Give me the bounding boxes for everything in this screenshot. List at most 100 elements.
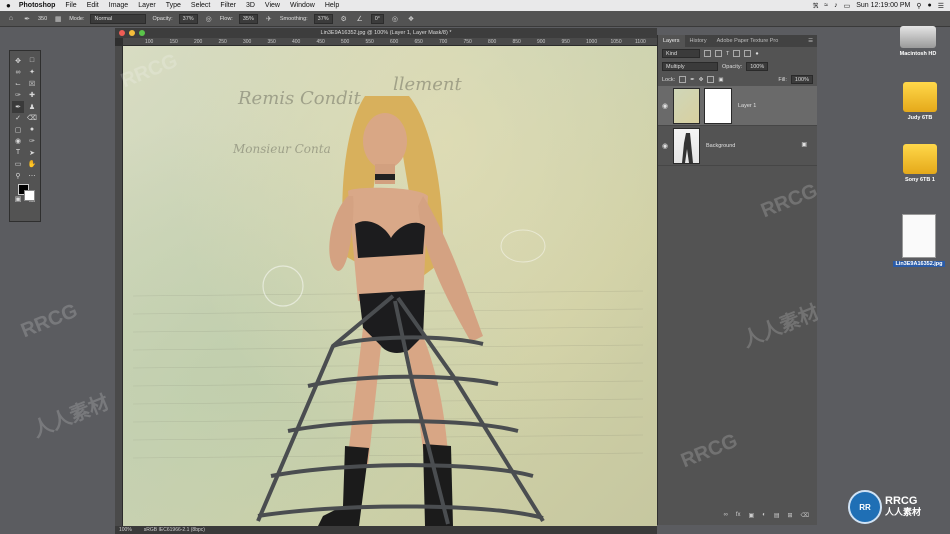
status-zoom[interactable]: 100%	[119, 527, 132, 533]
battery-icon[interactable]: ▭	[844, 2, 851, 10]
more-tools-icon[interactable]: ⋯	[26, 170, 38, 182]
blur-tool-icon[interactable]: ●	[26, 124, 38, 136]
menu-image[interactable]: Image	[109, 2, 128, 9]
wifi-icon[interactable]: ≈	[824, 2, 828, 9]
menu-select[interactable]: Select	[191, 2, 210, 9]
visibility-eye-icon[interactable]: ◉	[658, 102, 672, 110]
visibility-eye-icon[interactable]: ◉	[658, 142, 672, 150]
move-tool-icon[interactable]: ✥	[12, 55, 24, 67]
menu-filter[interactable]: Filter	[220, 2, 236, 9]
brush-tool-icon[interactable]: ✒	[22, 14, 32, 24]
apple-menu-icon[interactable]: ●	[6, 1, 11, 10]
lock-pixels-icon[interactable]: ✒	[690, 77, 695, 83]
menu-window[interactable]: Window	[290, 2, 315, 9]
airbrush-icon[interactable]: ✈	[264, 14, 274, 24]
pressure-opacity-icon[interactable]: ◎	[204, 14, 214, 24]
shape-tool-icon[interactable]: ▭	[12, 159, 24, 171]
mode-select[interactable]: Normal	[90, 13, 147, 24]
brush-settings-icon[interactable]: ▦	[53, 14, 63, 24]
new-layer-icon[interactable]: ⊞	[787, 512, 792, 519]
frame-tool-icon[interactable]: ☒	[26, 78, 38, 90]
lock-all-icon[interactable]: ▣	[718, 77, 723, 83]
menu-view[interactable]: View	[265, 2, 280, 9]
home-icon[interactable]: ⌂	[6, 14, 16, 24]
hand-tool-icon[interactable]: ✋	[26, 159, 38, 171]
notification-center-icon[interactable]: ☰	[938, 2, 944, 10]
clone-stamp-tool-icon[interactable]: ♟	[26, 101, 38, 113]
menu-type[interactable]: Type	[166, 2, 181, 9]
new-group-icon[interactable]: ▤	[774, 512, 780, 519]
background-color-swatch[interactable]	[24, 189, 35, 201]
layer-thumbnail[interactable]	[673, 87, 700, 124]
layer-style-icon[interactable]: fx	[736, 512, 741, 518]
horizontal-ruler[interactable]: 100 150 200 250 300 350 400 450 500 550 600 650 700 7…	[123, 38, 657, 46]
fill-field[interactable]: 100%	[790, 75, 813, 84]
healing-brush-tool-icon[interactable]: ✚	[26, 90, 38, 102]
desktop-icon-macintosh-hd[interactable]: Macintosh HD	[883, 22, 950, 57]
filter-toggle-icon[interactable]: ●	[755, 51, 758, 57]
zoom-tool-icon[interactable]: ⚲	[12, 170, 24, 182]
layer-opacity-field[interactable]: 100%	[746, 62, 769, 71]
delete-layer-icon[interactable]: ⌫	[801, 512, 809, 519]
quick-select-tool-icon[interactable]: ✦	[26, 67, 38, 79]
lock-transparent-icon[interactable]	[679, 76, 687, 83]
filter-type-icon[interactable]: T	[726, 51, 729, 57]
menu-file[interactable]: File	[65, 2, 76, 9]
layer-row-layer-1[interactable]: ◉ Layer 1	[658, 86, 817, 126]
history-brush-tool-icon[interactable]: ✓	[12, 113, 24, 125]
gradient-tool-icon[interactable]: ▢	[12, 124, 24, 136]
panel-menu-icon[interactable]: ☰	[808, 35, 817, 47]
lock-artboard-icon[interactable]	[707, 76, 715, 83]
desktop-icon-judy-6tb[interactable]: Judy 6TB	[885, 82, 950, 121]
tab-history[interactable]: History	[685, 35, 712, 47]
bluetooth-icon[interactable]: ℜ	[813, 2, 819, 10]
smoothing-field[interactable]: 37%	[313, 13, 333, 24]
eyedropper-tool-icon[interactable]: ✑	[12, 90, 24, 102]
brush-tool-icon[interactable]: ✒	[12, 101, 24, 113]
spotlight-icon[interactable]: ⚲	[916, 2, 921, 10]
menu-3d[interactable]: 3D	[246, 2, 255, 9]
blend-mode-select[interactable]: Multiply	[662, 62, 718, 71]
desktop-icon-image-file[interactable]: Lin3E9A16352.jpg	[884, 214, 950, 267]
marquee-tool-icon[interactable]: □	[26, 55, 38, 67]
menu-app[interactable]: Photoshop	[19, 2, 56, 9]
pressure-size-icon[interactable]: ◎	[390, 14, 400, 24]
type-tool-icon[interactable]: T	[12, 147, 24, 159]
layer-name[interactable]: Background	[706, 143, 735, 149]
layer-thumbnail[interactable]	[673, 127, 700, 164]
adjustment-layer-icon[interactable]: ◐	[762, 512, 766, 518]
volume-icon[interactable]: ♪	[834, 2, 838, 9]
angle-field[interactable]: 0°	[370, 13, 384, 24]
layer-name[interactable]: Layer 1	[738, 103, 756, 109]
vertical-ruler[interactable]	[115, 46, 123, 526]
lasso-tool-icon[interactable]: ∞	[12, 67, 24, 79]
tab-paper-texture[interactable]: Adobe Paper Texture Pro	[712, 35, 784, 47]
layer-mask-thumbnail[interactable]	[704, 87, 732, 124]
menu-help[interactable]: Help	[325, 2, 339, 9]
filter-adjustment-icon[interactable]	[715, 50, 722, 57]
layer-row-background[interactable]: ◉ Background ▣	[658, 126, 817, 166]
symmetry-icon[interactable]: ❖	[406, 14, 416, 24]
menu-edit[interactable]: Edit	[87, 2, 99, 9]
path-select-tool-icon[interactable]: ➤	[26, 147, 38, 159]
layer-kind-select[interactable]: Kind	[662, 49, 700, 58]
eraser-tool-icon[interactable]: ⌫	[26, 113, 38, 125]
flow-field[interactable]: 35%	[238, 13, 258, 24]
color-swatches[interactable]	[12, 182, 38, 204]
filter-pixel-icon[interactable]	[704, 50, 711, 57]
image-canvas[interactable]: Remis Condit llement Monsieur Conta	[123, 46, 657, 526]
desktop-icon-sony-6tb[interactable]: Sony 6TB 1	[885, 144, 950, 183]
filter-shape-icon[interactable]	[733, 50, 741, 57]
filter-smart-object-icon[interactable]	[744, 50, 752, 57]
lock-position-icon[interactable]: ✥	[699, 77, 704, 83]
menubar-clock[interactable]: Sun 12:19:00 PM	[856, 2, 910, 9]
smoothing-options-icon[interactable]: ⚙	[339, 14, 349, 24]
user-icon[interactable]: ●	[927, 2, 931, 9]
tab-layers[interactable]: Layers	[658, 35, 685, 47]
dodge-tool-icon[interactable]: ◉	[12, 136, 24, 148]
add-mask-icon[interactable]: ▣	[749, 512, 755, 519]
pen-tool-icon[interactable]: ✑	[26, 136, 38, 148]
opacity-field[interactable]: 37%	[178, 13, 198, 24]
crop-tool-icon[interactable]: ⌙	[12, 78, 24, 90]
menu-layer[interactable]: Layer	[138, 2, 156, 9]
